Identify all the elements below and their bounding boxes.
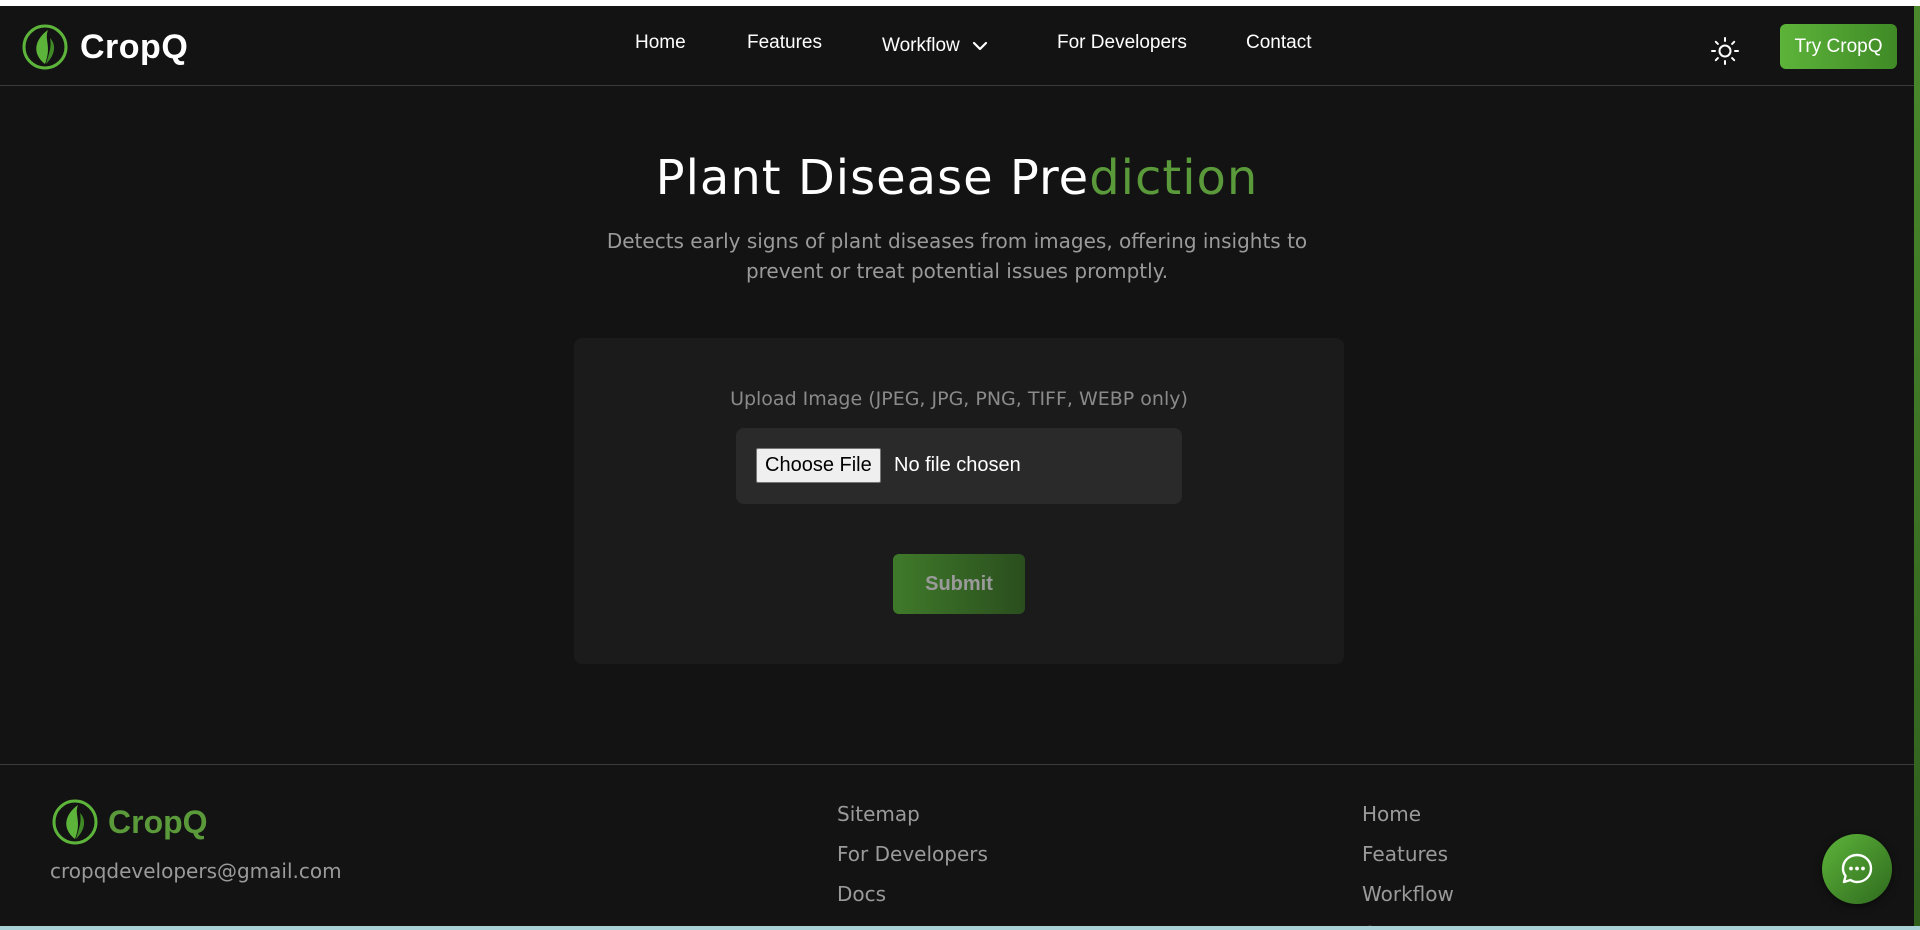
page-title-accent: diction: [1089, 150, 1259, 206]
page-title-main: Plant Disease Pre: [655, 150, 1090, 206]
footer: CropQ cropqdevelopers@gmail.com Sitemap …: [0, 764, 1914, 930]
main-nav: Home Features Workflow For Developers Co…: [0, 6, 1914, 86]
footer-link-docs[interactable]: Docs: [837, 879, 988, 919]
file-status-text: No file chosen: [894, 454, 1021, 476]
sun-icon[interactable]: [1710, 36, 1740, 66]
footer-brand-name: CropQ: [108, 803, 208, 840]
footer-link-workflow[interactable]: Workflow: [1362, 879, 1454, 919]
footer-link-sitemap[interactable]: Sitemap: [837, 799, 988, 839]
choose-file-button[interactable]: Choose File: [756, 448, 881, 483]
footer-link-home[interactable]: Home: [1362, 799, 1454, 839]
nav-workflow-dropdown[interactable]: Workflow: [882, 35, 990, 57]
navbar: CropQ Home Features Workflow For Develop…: [0, 6, 1914, 86]
leaf-logo-icon: [52, 799, 98, 845]
page-title: Plant Disease Prediction: [0, 150, 1914, 206]
chevron-down-icon: [972, 41, 987, 51]
footer-link-for-developers[interactable]: For Developers: [837, 839, 988, 879]
page-subtitle: Detects early signs of plant diseases fr…: [606, 229, 1308, 283]
footer-links-column-2: Home Features Workflow Contact: [1362, 799, 1454, 930]
page: CropQ Home Features Workflow For Develop…: [0, 0, 1920, 930]
try-cropq-button[interactable]: Try CropQ: [1780, 24, 1897, 69]
chat-button[interactable]: [1822, 834, 1892, 904]
footer-links-column-1: Sitemap For Developers Docs: [837, 799, 988, 919]
nav-features[interactable]: Features: [747, 32, 822, 54]
submit-button[interactable]: Submit: [893, 554, 1025, 614]
footer-link-features[interactable]: Features: [1362, 839, 1454, 879]
browser-bottom-strip: [0, 926, 1920, 930]
file-input-container: Choose File No file chosen: [736, 428, 1182, 504]
nav-for-developers[interactable]: For Developers: [1057, 32, 1187, 54]
footer-email[interactable]: cropqdevelopers@gmail.com: [50, 859, 342, 883]
chat-bubble-icon: [1841, 853, 1873, 884]
upload-label: Upload Image (JPEG, JPG, PNG, TIFF, WEBP…: [730, 388, 1188, 410]
nav-workflow-label: Workflow: [882, 35, 960, 56]
footer-brand: CropQ: [52, 799, 208, 845]
nav-contact[interactable]: Contact: [1246, 32, 1311, 54]
nav-home[interactable]: Home: [635, 32, 686, 54]
right-edge-accent: [1914, 6, 1920, 930]
upload-card: Upload Image (JPEG, JPG, PNG, TIFF, WEBP…: [574, 338, 1344, 664]
